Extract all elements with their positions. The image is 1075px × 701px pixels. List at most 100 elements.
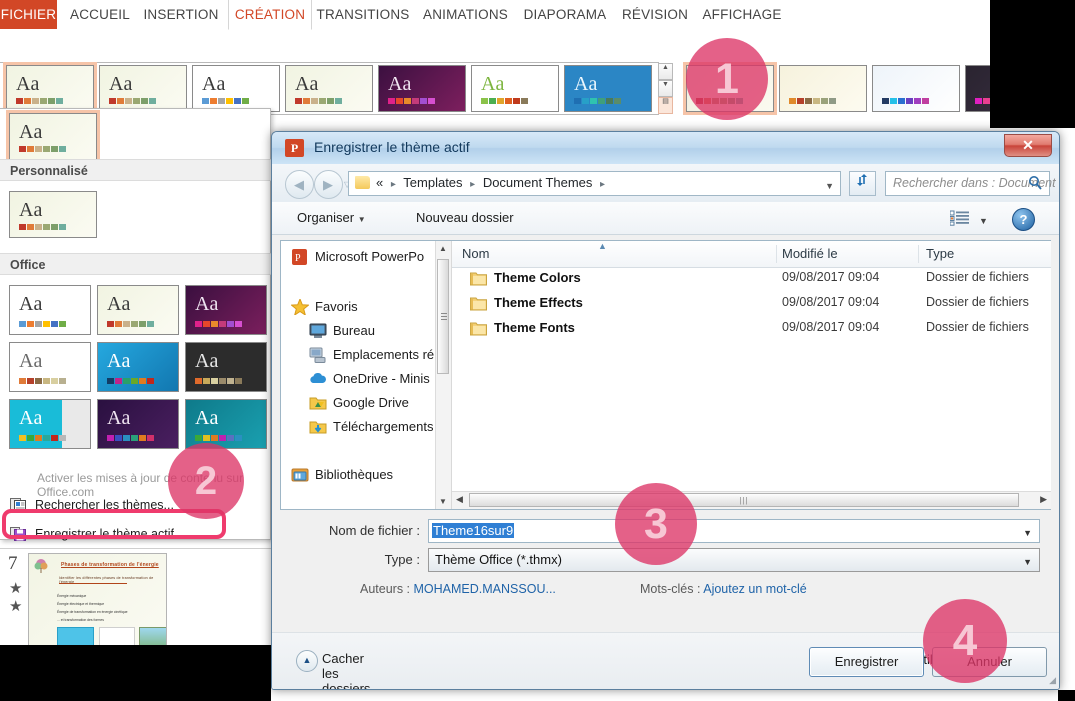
theme-swatch — [149, 98, 156, 104]
theme-swatch — [147, 378, 154, 384]
dd-theme-berlin[interactable]: Aa — [185, 285, 267, 335]
dialog-file-browser: P Microsoft PowerPo Favoris Bureau Emplaceme… — [280, 240, 1051, 510]
refresh-button[interactable] — [849, 171, 876, 196]
gallery-more-button[interactable]: ▤ — [658, 97, 673, 114]
theme-swatch — [195, 321, 202, 327]
breadcrumb-prefix[interactable]: « — [376, 175, 383, 190]
chevron-down-icon[interactable]: ▼ — [1023, 557, 1032, 567]
nav-pane-scrollbar[interactable]: ▲ ▼ — [435, 241, 451, 509]
theme-berlin-violet[interactable]: Aa — [378, 65, 466, 112]
filename-input[interactable]: Theme16sur9 ▼ — [428, 519, 1040, 543]
theme-swatch — [107, 321, 114, 327]
help-icon[interactable]: ? — [1012, 208, 1035, 231]
tab-creation[interactable]: CRÉATION — [228, 0, 312, 30]
organiser-button[interactable]: Organiser ▼ — [297, 208, 366, 230]
variant-2[interactable] — [779, 65, 867, 112]
gallery-scroll-up[interactable]: ▲ — [658, 63, 673, 80]
dd-theme-circuit[interactable]: Aa — [185, 399, 267, 449]
theme-feuille-verte[interactable]: Aa — [471, 65, 559, 112]
tab-transitions[interactable]: TRANSITIONS — [312, 0, 414, 29]
column-header-modifie[interactable]: Modifié le — [782, 246, 838, 261]
theme-swatch — [139, 435, 146, 441]
slide-thumbnail[interactable]: Phases de transformation de l'énergie Id… — [28, 553, 167, 655]
scroll-down-icon[interactable]: ▼ — [439, 497, 447, 506]
desktop-icon — [309, 323, 327, 339]
slide-decoration-icon — [34, 559, 48, 573]
theme-swatch — [797, 98, 804, 104]
slide-rule — [59, 583, 127, 584]
theme-swatch — [983, 98, 990, 104]
tab-revision[interactable]: RÉVISION — [615, 0, 695, 29]
theme-office[interactable]: Aa — [192, 65, 280, 112]
tab-fichier[interactable]: FICHIER — [0, 0, 57, 29]
file-name: Theme Effects — [494, 295, 583, 310]
tab-insertion[interactable]: INSERTION — [136, 0, 226, 29]
theme-facette2[interactable]: Aa — [285, 65, 373, 112]
theme-aa-preview: Aa — [195, 350, 219, 372]
search-box[interactable]: Rechercher dans : Document T... — [885, 171, 1059, 196]
nav-scroll-thumb[interactable] — [437, 259, 449, 374]
type-select[interactable]: Thème Office (*.thmx) ▼ — [428, 548, 1040, 572]
hscroll-thumb[interactable]: ||| — [469, 493, 1019, 507]
column-header-nom[interactable]: Nom — [462, 246, 489, 261]
table-row[interactable]: Theme Colors 09/08/2017 09:04 Dossier de f… — [452, 267, 1051, 291]
view-list-icon[interactable] — [950, 210, 970, 226]
file-list-hscrollbar[interactable]: ◀ ||| ▶ — [452, 491, 1051, 509]
keywords-label: Mots-clés : — [640, 582, 701, 596]
tab-animations[interactable]: ANIMATIONS — [416, 0, 515, 29]
theme-swatch — [295, 98, 302, 104]
save-button[interactable]: Enregistrer — [809, 647, 924, 677]
gdrive-folder-icon — [309, 395, 327, 411]
theme-swatch — [35, 321, 42, 327]
keywords-value[interactable]: Ajoutez un mot-clé — [703, 582, 807, 596]
view-dropdown-caret[interactable]: ▼ — [979, 211, 988, 231]
custom-theme-1[interactable]: Aa — [9, 191, 97, 238]
slide-title-text: Phases de transformation de l'énergie — [61, 562, 159, 568]
dialog-title-bar[interactable]: P Enregistrer le thème actif ✕ — [272, 132, 1059, 165]
theme-facette[interactable]: Aa — [99, 65, 187, 112]
hscroll-left-icon[interactable]: ◀ — [456, 494, 463, 505]
resize-grip[interactable]: ◢ — [1049, 675, 1056, 686]
gallery-scroll-down[interactable]: ▼ — [658, 80, 673, 97]
column-divider[interactable] — [918, 245, 919, 263]
table-row[interactable]: Theme Fonts 09/08/2017 09:04 Dossier de fi… — [452, 317, 1051, 341]
column-header-type[interactable]: Type — [926, 246, 954, 261]
dropdown-section-personnalise: Personnalisé — [0, 159, 271, 181]
dd-theme-violet[interactable]: Aa — [97, 399, 179, 449]
authors-value[interactable]: MOHAMED.MANSSOU... — [414, 582, 556, 596]
dd-theme-noir[interactable]: Aa — [185, 342, 267, 392]
dd-theme-facette[interactable]: Aa — [97, 285, 179, 335]
address-bar[interactable]: « ▸ Templates ▸ Document Themes ▸ ▼ — [348, 171, 841, 196]
breadcrumb-document-themes[interactable]: Document Themes — [483, 175, 593, 190]
hscroll-right-icon[interactable]: ▶ — [1040, 494, 1047, 505]
dd-theme-bleu[interactable]: Aa — [97, 342, 179, 392]
tab-diaporama[interactable]: DIAPORAMA — [517, 0, 613, 29]
back-button[interactable]: ◀ — [285, 170, 314, 199]
theme-swatch — [35, 146, 42, 152]
chevron-down-icon[interactable]: ▼ — [825, 181, 834, 191]
tab-affichage[interactable]: AFFICHAGE — [697, 0, 787, 29]
chevron-down-icon: ▼ — [357, 215, 366, 224]
dd-theme-cyan[interactable]: Aa — [9, 399, 91, 449]
table-row[interactable]: Theme Effects 09/08/2017 09:04 Dossier de … — [452, 292, 1051, 316]
variant-3[interactable] — [872, 65, 960, 112]
scroll-up-icon[interactable]: ▲ — [439, 244, 447, 253]
column-divider[interactable] — [776, 245, 777, 263]
theme-facette-selected[interactable]: Aa — [3, 62, 97, 115]
nouveau-dossier-button[interactable]: Nouveau dossier — [416, 208, 514, 228]
slide-thumbnail-pane: 7 ★ ★ Phases de transformation de l'éner… — [0, 548, 280, 659]
chevron-down-icon[interactable]: ▼ — [1023, 528, 1032, 538]
theme-flocons-bleus[interactable]: Aa — [564, 65, 652, 112]
tab-accueil[interactable]: ACCUEIL — [64, 0, 136, 29]
nav-pane-item-label: Emplacements ré — [333, 347, 435, 362]
file-type: Dossier de fichiers — [926, 270, 1029, 284]
folder-icon — [470, 297, 487, 311]
theme-swatch — [202, 98, 209, 104]
forward-button[interactable]: ▶ — [314, 170, 343, 199]
close-icon[interactable]: ✕ — [1004, 134, 1052, 157]
dd-theme-blanc-orange[interactable]: Aa — [9, 342, 91, 392]
breadcrumb-templates[interactable]: Templates — [403, 175, 462, 190]
theme-swatch — [35, 224, 42, 230]
dropdown-selected-theme[interactable]: Aa — [6, 110, 100, 163]
dd-theme-office[interactable]: Aa — [9, 285, 91, 335]
